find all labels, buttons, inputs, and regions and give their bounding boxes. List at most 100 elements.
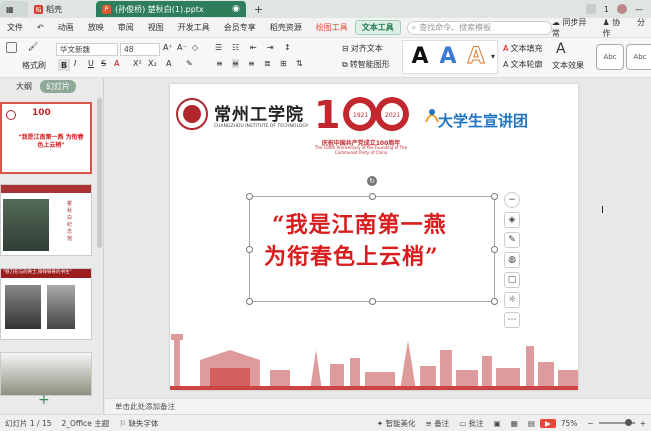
smart-beautify-button[interactable]: ✦ 智能美化 (372, 418, 421, 429)
clear-format-icon[interactable]: ◇ (192, 43, 198, 52)
pen-icon[interactable]: ✎ (504, 232, 520, 248)
more-icon[interactable]: ⋯ (504, 312, 520, 328)
collapse-icon[interactable]: − (504, 192, 520, 208)
title-textbox[interactable]: “我是江南第一燕 为衔春色上云梢” (246, 193, 498, 305)
menu-view[interactable]: 视图 (141, 22, 171, 33)
new-tab-button[interactable]: + (254, 3, 263, 16)
slide-panel-scrollbar[interactable] (97, 98, 102, 248)
zoom-out-icon[interactable]: − (582, 419, 598, 428)
resize-handle-tr[interactable] (491, 193, 498, 200)
add-slide-button[interactable]: + (38, 392, 50, 408)
zoom-slider[interactable] (598, 419, 635, 426)
bullets-icon[interactable]: ☰ (215, 43, 222, 52)
minimize-icon[interactable]: — (635, 5, 643, 14)
resize-handle-t[interactable] (369, 193, 376, 200)
search-input[interactable]: ⌕ 查找命令、搜索模板 (406, 20, 552, 35)
decrease-font-icon[interactable]: A⁻ (177, 43, 187, 52)
normal-view-icon[interactable]: ▣ (489, 419, 506, 428)
text-shadow-icon[interactable]: A (166, 59, 171, 68)
superscript-icon[interactable]: X² (133, 59, 142, 68)
zoom-in-icon[interactable]: + (635, 419, 651, 428)
menu-text-tools[interactable]: 文本工具 (354, 20, 401, 35)
highlight-icon[interactable]: ✎ (186, 59, 193, 68)
bold-icon[interactable]: B (58, 59, 70, 71)
sorter-view-icon[interactable]: ▦ (506, 419, 523, 428)
slide-thumb-4[interactable] (0, 352, 92, 396)
share-button[interactable]: 分 (637, 17, 645, 39)
text-style-orange-outline[interactable]: A (462, 42, 490, 70)
rotate-handle-icon[interactable]: ↻ (367, 176, 377, 186)
tab-outline[interactable]: 大纲 (16, 81, 32, 92)
menu-review[interactable]: 审阅 (111, 22, 141, 33)
resize-handle-tl[interactable] (246, 193, 253, 200)
window-layout-button[interactable] (585, 4, 596, 14)
text-effect-button[interactable]: 文本效果 (552, 60, 584, 71)
text-fill-button[interactable]: A 文本填充 (503, 43, 542, 54)
font-name-select[interactable]: 华文新魏 (56, 43, 118, 56)
notes-pane[interactable]: 单击此处添加备注 (105, 398, 651, 414)
line-spacing-icon[interactable]: ↕ (284, 43, 291, 52)
font-color-icon[interactable]: A (114, 59, 119, 68)
resize-handle-r[interactable] (491, 246, 498, 253)
sync-status-button[interactable]: ☁ 同步异常 (552, 17, 593, 39)
menu-animation[interactable]: 动画 (51, 22, 81, 33)
text-style-black[interactable]: A (406, 42, 434, 70)
align-center-icon[interactable]: ≡ (232, 59, 239, 68)
align-right-icon[interactable]: ≡ (248, 59, 255, 68)
zoom-slider-thumb[interactable] (624, 419, 632, 426)
resize-handle-b[interactable] (369, 298, 376, 305)
notes-toggle-button[interactable]: ≡ 备注 (421, 418, 455, 429)
strikethrough-icon[interactable]: S (101, 59, 106, 68)
justify-icon[interactable]: ≣ (264, 59, 271, 68)
font-size-select[interactable]: 48 (120, 43, 160, 56)
resize-handle-bl[interactable] (246, 298, 253, 305)
align-left-icon[interactable]: ≡ (216, 59, 223, 68)
menu-slideshow[interactable]: 放映 (81, 22, 111, 33)
numbering-icon[interactable]: ☷ (232, 43, 239, 52)
shape-style-2[interactable]: Abc (626, 44, 651, 70)
menu-undo-icon[interactable]: ↶ (30, 23, 51, 32)
paste-icon[interactable] (6, 42, 17, 53)
layers-icon[interactable]: ◈ (504, 212, 520, 228)
slide-thumb-2[interactable]: 瞿秋白纪念馆 (0, 184, 92, 256)
brush-icon[interactable]: 🖌 (28, 42, 38, 51)
menu-developer[interactable]: 开发工具 (171, 22, 217, 33)
text-style-blue[interactable]: A (434, 42, 462, 70)
format-brush-button[interactable]: 格式刷 (22, 60, 46, 71)
convert-smartart-button[interactable]: ⧉ 转智能图形 (342, 59, 390, 70)
fill-icon[interactable]: ◍ (504, 252, 520, 268)
text-effect-icon[interactable]: A (556, 41, 566, 57)
increase-indent-icon[interactable]: ⇥ (267, 43, 274, 52)
play-slideshow-icon[interactable]: ▶ (539, 418, 556, 428)
text-outline-button[interactable]: A 文本轮廓 (503, 59, 542, 70)
slide-thumb-3[interactable]: "铁刀在与的骨士,铮铮铁骨的书生" (0, 268, 92, 340)
daoke-tab[interactable]: 稻 稻壳 (28, 1, 68, 17)
missing-font-button[interactable]: ⚐ 缺失字体 (114, 418, 163, 429)
comments-button[interactable]: ▭ 批注 (454, 418, 488, 429)
underline-icon[interactable]: U (88, 59, 94, 68)
shape-style-1[interactable]: Abc (596, 44, 624, 70)
home-tab[interactable]: ▦ (0, 1, 28, 17)
slide-thumb-1[interactable]: 100 "我是江南第一燕 为衔春色上云梢" (0, 102, 92, 174)
reading-view-icon[interactable]: ▤ (523, 419, 540, 428)
resize-handle-br[interactable] (491, 298, 498, 305)
subscript-icon[interactable]: X₂ (148, 59, 157, 68)
avatar[interactable] (617, 4, 627, 14)
decrease-indent-icon[interactable]: ⇤ (250, 43, 257, 52)
border-icon[interactable]: ▢ (504, 272, 520, 288)
gallery-more-icon[interactable]: ▾ (491, 52, 495, 61)
menu-drawing-tools[interactable]: 绘图工具 (309, 22, 355, 33)
menu-file[interactable]: 文件 (0, 22, 30, 33)
menu-member[interactable]: 会员专享 (217, 22, 263, 33)
align-text-button[interactable]: ⊟ 对齐文本 (342, 43, 383, 54)
text-direction-icon[interactable]: ⇅ (296, 59, 303, 68)
close-tab-icon[interactable]: ◉ (232, 4, 240, 14)
menu-daoke-resources[interactable]: 稻壳资源 (263, 22, 309, 33)
bulb-icon[interactable]: ☼ (504, 292, 520, 308)
resize-handle-l[interactable] (246, 246, 253, 253)
document-tab[interactable]: P (孙俊桥) 楚秋白(1).pptx ◉ (96, 1, 246, 17)
tab-slides[interactable]: 幻灯片 (40, 79, 76, 93)
distribute-icon[interactable]: ⊞ (280, 59, 287, 68)
collab-button[interactable]: ♟ 协作 (602, 17, 627, 39)
italic-icon[interactable]: I (74, 59, 76, 68)
